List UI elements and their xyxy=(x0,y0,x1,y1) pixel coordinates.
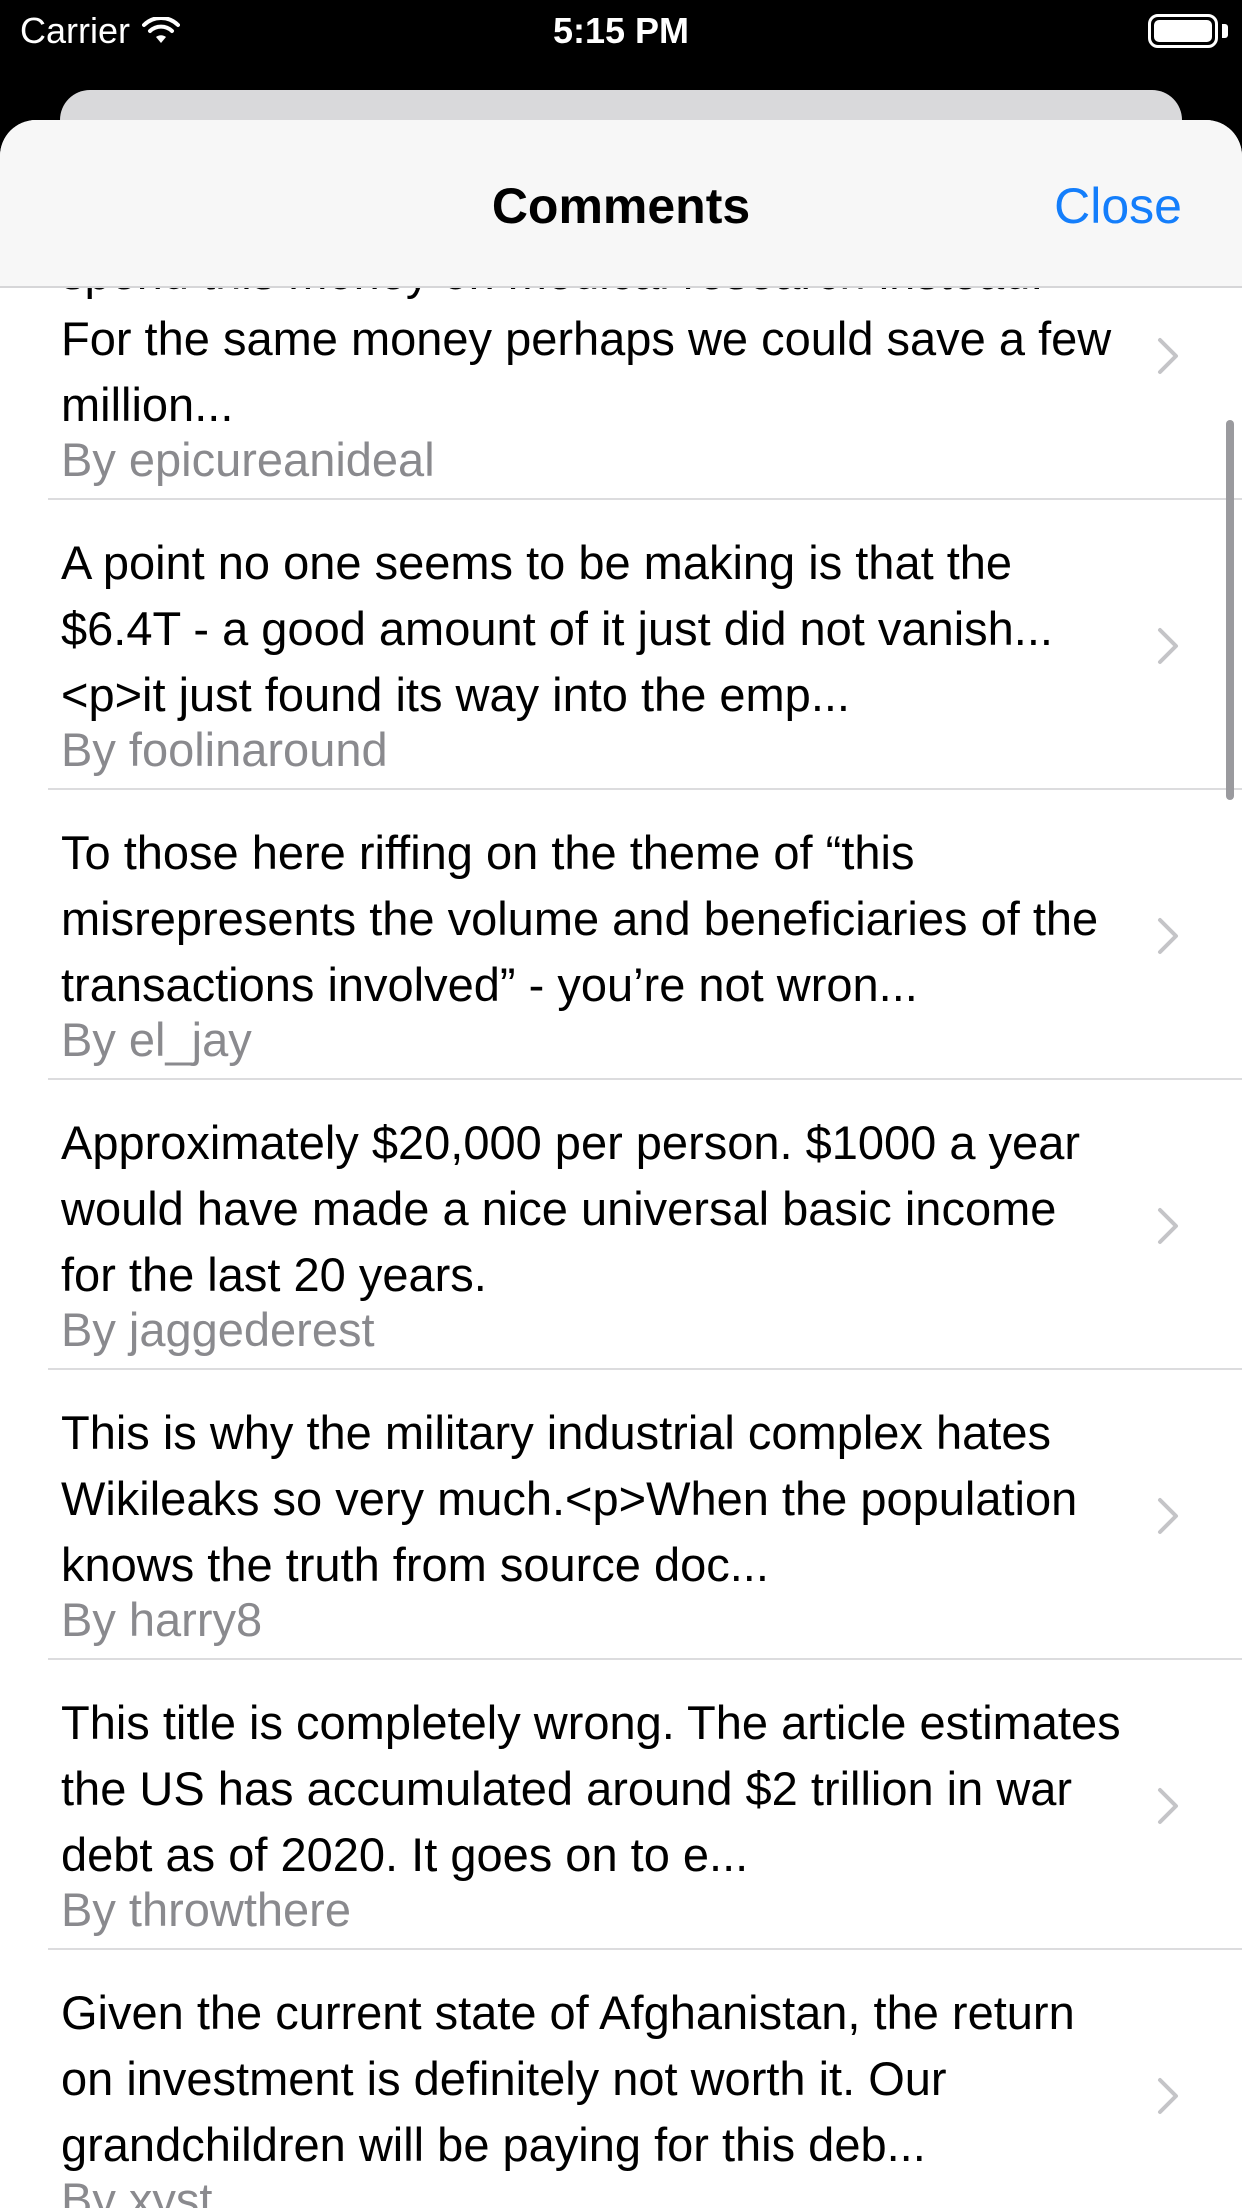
comment-author: By foolinaround xyxy=(61,723,388,776)
comment-text: This title is completely wrong. The arti… xyxy=(61,1696,1121,1881)
comment-author: By harry8 xyxy=(61,1593,263,1646)
chevron-right-icon xyxy=(1158,1788,1178,1824)
chevron-right-icon xyxy=(1158,1498,1178,1534)
comment-cell[interactable]: Approximately $20,000 per person. $1000 … xyxy=(0,1080,1242,1370)
comment-cell[interactable]: This title is completely wrong. The arti… xyxy=(0,1660,1242,1950)
chevron-right-icon xyxy=(1158,628,1178,664)
chevron-right-icon xyxy=(1158,1208,1178,1244)
comment-cell[interactable]: A point no one seems to be making is tha… xyxy=(0,500,1242,790)
battery-tip xyxy=(1222,24,1228,38)
chevron-right-icon xyxy=(1158,2078,1178,2114)
comments-sheet: Comments Close spend this money on medic… xyxy=(0,120,1242,2208)
status-time: 5:15 PM xyxy=(552,10,690,51)
comment-author: By xyst xyxy=(61,2173,213,2208)
comments-list: spend this money on medical research ins… xyxy=(0,210,1242,2208)
comment-author: By el_jay xyxy=(61,1013,252,1066)
comment-text: This is why the military industrial comp… xyxy=(61,1406,1078,1591)
battery-icon xyxy=(1148,14,1218,48)
chevron-right-icon xyxy=(1158,918,1178,954)
comment-author: By throwthere xyxy=(61,1883,351,1936)
comment-author: By epicureanideal xyxy=(61,433,435,486)
chevron-right-icon xyxy=(1158,338,1178,374)
close-button[interactable]: Close xyxy=(1054,176,1182,236)
comment-text: To those here riffing on the theme of “t… xyxy=(61,826,1099,1011)
comment-cell[interactable]: To those here riffing on the theme of “t… xyxy=(0,790,1242,1080)
comment-text: A point no one seems to be making is tha… xyxy=(61,536,1053,721)
comment-text: Given the current state of Afghanistan, … xyxy=(61,1986,1075,2171)
scroll-indicator[interactable] xyxy=(1226,420,1234,800)
comment-cell[interactable]: This is why the military industrial comp… xyxy=(0,1370,1242,1660)
status-bar: Carrier 5:15 PM xyxy=(0,0,1242,62)
comment-cell[interactable]: Given the current state of Afghanistan, … xyxy=(0,1950,1242,2208)
comment-author: By jaggederest xyxy=(61,1303,375,1356)
navigation-bar: Comments Close xyxy=(0,120,1242,288)
comment-text: Approximately $20,000 per person. $1000 … xyxy=(61,1116,1080,1301)
